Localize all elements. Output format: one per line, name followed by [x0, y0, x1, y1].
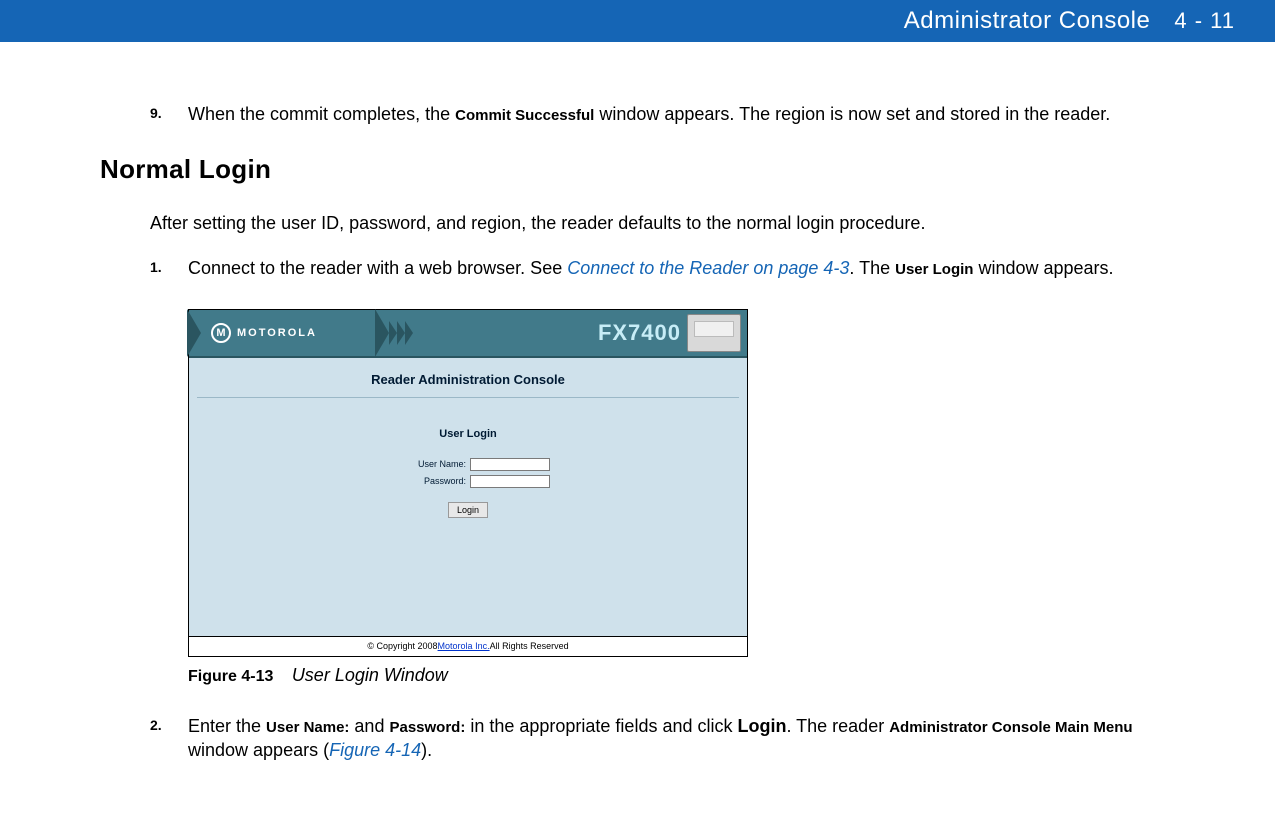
bold-login: Login — [737, 716, 786, 736]
product-model-label: FX7400 — [598, 320, 681, 346]
cross-reference-link[interactable]: Connect to the Reader on page 4-3 — [567, 258, 849, 278]
section-heading-normal-login: Normal Login — [100, 154, 1155, 185]
chevron-icon — [397, 321, 405, 345]
step-text: Enter the User Name: and Password: in th… — [188, 714, 1155, 763]
password-input[interactable] — [470, 475, 550, 488]
console-title: Reader Administration Console — [189, 372, 747, 387]
decorative-chevrons — [377, 309, 413, 357]
divider — [197, 397, 739, 398]
page-header: Administrator Console 4 - 11 — [0, 0, 1275, 42]
step-number: 1. — [150, 256, 188, 280]
login-button[interactable]: Login — [448, 502, 488, 518]
motorola-logo: M MOTOROLA — [211, 323, 317, 343]
screenshot-user-login-window: M MOTOROLA FX7400 Reader Administration … — [188, 309, 748, 657]
ui-term-user-name: User Name: — [266, 719, 349, 736]
username-label: User Name: — [386, 459, 466, 469]
device-image — [687, 314, 741, 352]
header-page-number: 4 - 11 — [1174, 8, 1235, 34]
motorola-link[interactable]: Motorola Inc. — [438, 641, 490, 651]
password-row: Password: — [189, 475, 747, 488]
ui-term-password: Password: — [389, 719, 465, 736]
figure-label: Figure 4-13 — [188, 668, 273, 685]
motorola-logo-icon: M — [211, 323, 231, 343]
username-input[interactable] — [470, 458, 550, 471]
header-title: Administrator Console — [904, 7, 1151, 35]
step-number: 9. — [150, 102, 188, 126]
step-9: 9. When the commit completes, the Commit… — [150, 102, 1155, 126]
chevron-icon — [405, 321, 413, 345]
chevron-icon — [187, 309, 201, 357]
screenshot-figure: M MOTOROLA FX7400 Reader Administration … — [188, 309, 1155, 657]
step-2: 2. Enter the User Name: and Password: in… — [150, 714, 1155, 763]
cross-reference-link[interactable]: Figure 4-14 — [329, 740, 421, 760]
screenshot-body: Reader Administration Console User Login… — [189, 358, 747, 636]
section-intro: After setting the user ID, password, and… — [150, 213, 1155, 234]
login-form-title: User Login — [189, 428, 747, 440]
step-text: Connect to the reader with a web browser… — [188, 256, 1114, 280]
screenshot-footer: © Copyright 2008 Motorola Inc. All Right… — [189, 636, 747, 656]
ui-term-commit-successful: Commit Successful — [455, 107, 594, 124]
step-1: 1. Connect to the reader with a web brow… — [150, 256, 1155, 280]
ui-term-admin-console-main-menu: Administrator Console Main Menu — [889, 719, 1132, 736]
step-number: 2. — [150, 714, 188, 763]
figure-title: User Login Window — [292, 665, 448, 685]
figure-caption: Figure 4-13 User Login Window — [188, 665, 1155, 686]
chevron-icon — [375, 309, 389, 357]
username-row: User Name: — [189, 458, 747, 471]
page-content: 9. When the commit completes, the Commit… — [0, 42, 1275, 762]
motorola-logo-text: MOTOROLA — [237, 327, 317, 339]
password-label: Password: — [386, 476, 466, 486]
ui-term-user-login: User Login — [895, 261, 973, 278]
screenshot-topbar: M MOTOROLA FX7400 — [189, 310, 747, 358]
step-text: When the commit completes, the Commit Su… — [188, 102, 1110, 126]
chevron-icon — [389, 321, 397, 345]
